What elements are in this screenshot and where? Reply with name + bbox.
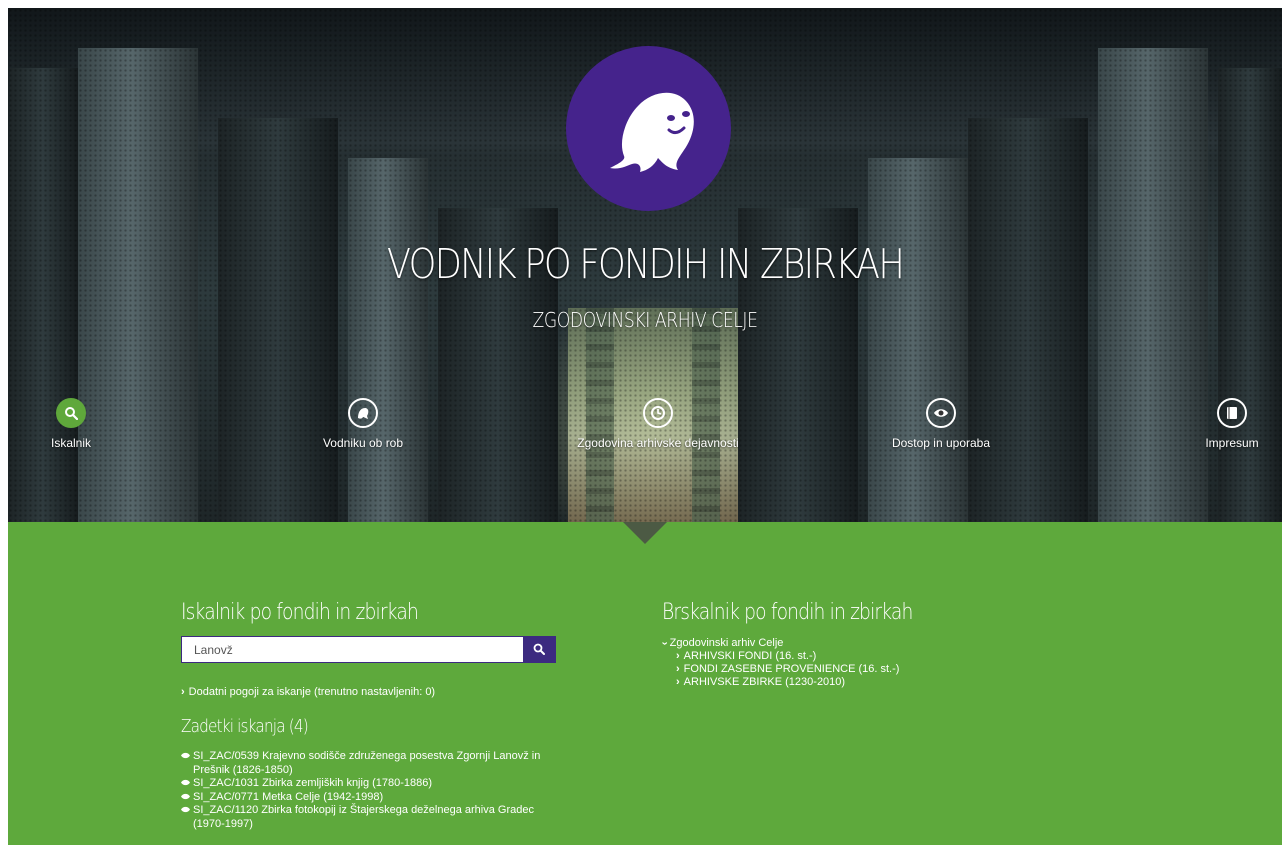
results-list: SI_ZAC/0539 Krajevno sodišče združenega … xyxy=(181,750,561,831)
chevron-down-icon: › xyxy=(658,641,671,646)
tree-children: › ARHIVSKI FONDI (16. st.-) › FONDI ZASEBN… xyxy=(662,650,899,689)
result-item[interactable]: SI_ZAC/0771 Metka Celje (1942-1998) xyxy=(181,791,561,805)
search-input[interactable] xyxy=(182,637,524,662)
hero-banner: VODNIK PO FONDIH IN ZBIRKAH ZGODOVINSKI … xyxy=(8,8,1282,522)
chevron-right-icon: › xyxy=(676,676,680,688)
nav-label-vodniku: Vodniku ob rob xyxy=(322,436,404,450)
nav-label-iskalnik: Iskalnik xyxy=(50,436,91,450)
result-label: SI_ZAC/0771 Metka Celje (1942-1998) xyxy=(193,790,384,803)
tree-item[interactable]: › ARHIVSKI FONDI (16. st.-) xyxy=(676,650,899,663)
tree-item-label: ARHIVSKI FONDI (16. st.-) xyxy=(683,650,817,662)
page-title: VODNIK PO FONDIH IN ZBIRKAH xyxy=(386,240,905,288)
book-icon xyxy=(1217,398,1247,428)
eye-icon xyxy=(181,793,190,799)
extra-conditions-link[interactable]: › Dodatni pogoji za iskanje (trenutno nas… xyxy=(181,686,435,698)
nav-label-zgodovina: Zgodovina arhivske dejavnosti xyxy=(577,436,739,450)
chevron-right-icon: › xyxy=(676,663,680,675)
search-heading: Iskalnik po fondih in zbirkah xyxy=(181,600,419,625)
browse-tree: ›Zgodovinski arhiv Celje › ARHIVSKI FONDI… xyxy=(658,637,899,689)
search-form xyxy=(181,636,556,663)
nav-dostop[interactable]: Dostop in uporaba xyxy=(876,398,1006,450)
tree-item[interactable]: › FONDI ZASEBNE PROVENIENCE (16. st.-) xyxy=(676,663,899,676)
eye-icon xyxy=(181,806,190,813)
tree-root-label: Zgodovinski arhiv Celje xyxy=(669,637,784,649)
search-button[interactable] xyxy=(523,636,556,663)
ghost-logo xyxy=(566,46,731,211)
chevron-right-icon: › xyxy=(181,686,185,698)
ghost-icon xyxy=(348,398,378,428)
ghost-icon xyxy=(610,92,694,172)
result-item[interactable]: SI_ZAC/1120 Zbirka fotokopij iz Štajersk… xyxy=(181,804,561,831)
result-item[interactable]: SI_ZAC/1031 Zbirka zemljiških knjig (178… xyxy=(181,777,561,791)
search-icon xyxy=(56,398,86,428)
result-item[interactable]: SI_ZAC/0539 Krajevno sodišče združenega … xyxy=(181,750,561,777)
result-label: SI_ZAC/1120 Zbirka fotokopij iz Štajersk… xyxy=(193,804,534,830)
result-label: SI_ZAC/0539 Krajevno sodišče združenega … xyxy=(193,750,541,776)
tree-item-label: ARHIVSKE ZBIRKE (1230-2010) xyxy=(683,676,846,688)
nav-impresum[interactable]: Impresum xyxy=(1192,398,1272,450)
tree-root[interactable]: ›Zgodovinski arhiv Celje › ARHIVSKI FONDI… xyxy=(658,637,899,689)
browse-heading: Brskalnik po fondih in zbirkah xyxy=(662,600,913,625)
extra-conditions-label: Dodatni pogoji za iskanje (trenutno nast… xyxy=(188,686,436,698)
page-subtitle: ZGODOVINSKI ARHIV CELJE xyxy=(532,308,758,332)
nav-zgodovina[interactable]: Zgodovina arhivske dejavnosti xyxy=(563,398,753,450)
nav-label-impresum: Impresum xyxy=(1205,436,1259,450)
chevron-right-icon: › xyxy=(676,650,680,662)
results-heading: Zadetki iskanja (4) xyxy=(181,716,309,737)
clock-icon xyxy=(643,398,673,428)
eye-icon xyxy=(181,779,190,786)
nav-vodniku-ob-rob[interactable]: Vodniku ob rob xyxy=(298,398,428,450)
tree-item-label: FONDI ZASEBNE PROVENIENCE (16. st.-) xyxy=(683,663,900,675)
nav-iskalnik[interactable]: Iskalnik xyxy=(36,398,106,450)
result-label: SI_ZAC/1031 Zbirka zemljiških knjig (178… xyxy=(193,777,433,789)
nav-label-dostop: Dostop in uporaba xyxy=(891,436,991,450)
tree-item[interactable]: › ARHIVSKE ZBIRKE (1230-2010) xyxy=(676,676,899,689)
eye-icon xyxy=(926,398,956,428)
search-icon xyxy=(533,643,545,655)
eye-icon xyxy=(181,752,190,759)
section-pointer xyxy=(623,522,667,544)
